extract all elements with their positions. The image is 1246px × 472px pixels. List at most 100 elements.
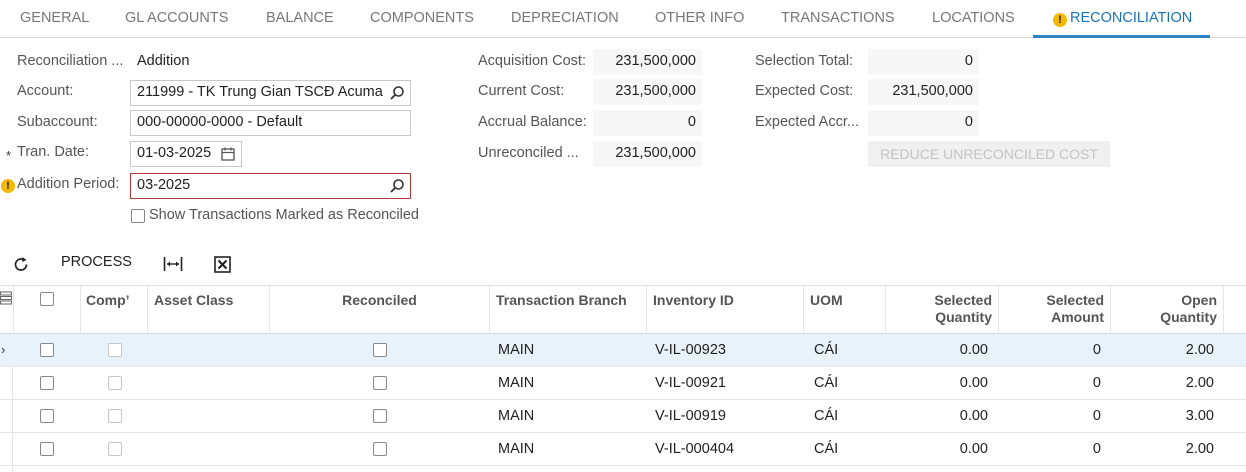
- header-open-quantity-line2: Quantity: [1160, 309, 1217, 325]
- row-uom: CÁI: [814, 375, 839, 391]
- row-inventory-id: V-IL-00923: [655, 342, 726, 358]
- subaccount-field[interactable]: 000-00000-0000 - Default: [130, 110, 411, 136]
- row-selected-quantity[interactable]: 0.00: [886, 367, 999, 399]
- acquisition-cost-label: Acquisition Cost:: [478, 53, 586, 69]
- tab-reconciliation[interactable]: ! RECONCILIATION: [1033, 0, 1210, 38]
- header-reconciled[interactable]: Reconciled: [270, 286, 490, 334]
- header-transaction-branch[interactable]: Transaction Branch: [490, 286, 647, 334]
- row-comp-checkbox: [108, 442, 122, 456]
- refresh-icon[interactable]: [12, 255, 32, 275]
- table-row[interactable]: MAIN V-IL-00919 CÁI 0.00 0 3.00: [0, 400, 1246, 433]
- header-selected-quantity-line1: Selected: [934, 292, 992, 308]
- row-selected-amount[interactable]: 0: [999, 400, 1111, 432]
- acquisition-cost-value: 231,500,000: [593, 49, 702, 75]
- row-selected-quantity[interactable]: 0.00: [886, 433, 999, 465]
- warning-icon: !: [1053, 13, 1067, 27]
- row-select-checkbox[interactable]: [40, 409, 54, 423]
- current-cost-value: 231,500,000: [593, 79, 702, 105]
- row-branch: MAIN: [498, 342, 535, 358]
- row-selected-amount[interactable]: 0: [999, 433, 1111, 465]
- row-branch: MAIN: [498, 441, 535, 457]
- tran-date-field[interactable]: 01-03-2025: [130, 141, 242, 167]
- tab-other-info[interactable]: OTHER INFO: [655, 0, 744, 38]
- account-field[interactable]: 211999 - TK Trung Gian TSCĐ Acuma: [130, 80, 411, 106]
- row-selected-amount[interactable]: 0: [999, 367, 1111, 399]
- row-inventory-id: V-IL-00921: [655, 375, 726, 391]
- header-asset-class[interactable]: Asset Class: [148, 286, 270, 334]
- table-row[interactable]: MAIN V-IL-00921 CÁI 0.00 0 2.00: [0, 367, 1246, 400]
- select-all-checkbox[interactable]: [40, 292, 54, 306]
- calendar-icon[interactable]: [220, 146, 236, 162]
- current-cost-label: Current Cost:: [478, 83, 565, 99]
- header-open-quantity[interactable]: Open Quantity: [1111, 286, 1224, 334]
- row-branch: MAIN: [498, 408, 535, 424]
- tab-components[interactable]: COMPONENTS: [370, 0, 474, 38]
- addition-period-label: Addition Period:: [17, 176, 120, 192]
- selection-total-label: Selection Total:: [755, 53, 854, 69]
- unreconciled-label: Unreconciled ...: [478, 145, 579, 161]
- header-selected-amount-line2: Amount: [1051, 309, 1104, 325]
- header-selected-quantity-line2: Quantity: [935, 309, 992, 325]
- header-inventory-id[interactable]: Inventory ID: [647, 286, 804, 334]
- reconciliation-grid: Comp’ Asset Class Reconciled Transaction…: [0, 285, 1246, 472]
- show-reconciled-label: Show Transactions Marked as Reconciled: [149, 207, 419, 223]
- accrual-balance-label: Accrual Balance:: [478, 114, 587, 130]
- tran-date-label: Tran. Date:: [17, 144, 89, 160]
- header-open-quantity-line1: Open: [1181, 292, 1217, 308]
- row-inventory-id: V-IL-000404: [655, 441, 735, 457]
- header-select-all: [14, 286, 81, 334]
- table-row[interactable]: › MAIN V-IL-00923 CÁI 0.00 0 2.00: [0, 334, 1246, 367]
- row-selected-quantity[interactable]: 0.00: [886, 400, 999, 432]
- row-inventory-id: V-IL-00919: [655, 408, 726, 424]
- expected-cost-label: Expected Cost:: [755, 83, 854, 99]
- show-reconciled-checkbox[interactable]: [131, 209, 145, 223]
- table-row[interactable]: MAIN V-IL-000404 CÁI 0.00 0 2.00: [0, 433, 1246, 466]
- row-reconciled-checkbox[interactable]: [373, 409, 387, 423]
- header-comp[interactable]: Comp’: [81, 286, 148, 334]
- row-uom: CÁI: [814, 342, 839, 358]
- export-excel-icon[interactable]: [214, 256, 232, 276]
- row-selected-quantity[interactable]: 0.00: [886, 334, 999, 366]
- row-select-checkbox[interactable]: [40, 343, 54, 357]
- reconciliation-type-value: Addition: [137, 53, 190, 69]
- row-open-quantity: 2.00: [1185, 342, 1214, 358]
- addition-period-value: 03-2025: [137, 177, 191, 193]
- search-icon[interactable]: [389, 178, 405, 194]
- process-button[interactable]: PROCESS: [61, 254, 132, 274]
- header-uom[interactable]: UOM: [804, 286, 886, 334]
- tab-depreciation[interactable]: DEPRECIATION: [511, 0, 619, 38]
- account-label: Account:: [17, 83, 74, 99]
- tab-locations[interactable]: LOCATIONS: [932, 0, 1015, 38]
- row-select-checkbox[interactable]: [40, 442, 54, 456]
- tab-gl-accounts[interactable]: GL ACCOUNTS: [125, 0, 228, 38]
- current-row-chevron-icon: ›: [1, 342, 6, 357]
- row-reconciled-checkbox[interactable]: [373, 442, 387, 456]
- row-select-checkbox[interactable]: [40, 376, 54, 390]
- row-open-quantity: 2.00: [1185, 441, 1214, 457]
- search-icon[interactable]: [389, 85, 405, 101]
- row-selected-amount[interactable]: 0: [999, 334, 1111, 366]
- subaccount-label: Subaccount:: [17, 114, 98, 130]
- header-selected-amount[interactable]: Selected Amount: [999, 286, 1111, 334]
- column-settings-icon[interactable]: [0, 286, 14, 334]
- addition-period-field[interactable]: 03-2025: [130, 173, 411, 199]
- warning-icon: !: [1, 179, 15, 193]
- tab-reconciliation-label: RECONCILIATION: [1070, 10, 1193, 26]
- tab-transactions[interactable]: TRANSACTIONS: [781, 0, 895, 38]
- header-selected-quantity[interactable]: Selected Quantity: [886, 286, 999, 334]
- tab-balance[interactable]: BALANCE: [266, 0, 334, 38]
- reduce-unreconciled-cost-button[interactable]: REDUCE UNRECONCILED COST: [868, 141, 1110, 167]
- tab-bar: GENERAL GL ACCOUNTS BALANCE COMPONENTS D…: [0, 0, 1246, 38]
- row-open-quantity: 2.00: [1185, 375, 1214, 391]
- fit-columns-icon[interactable]: [163, 256, 183, 276]
- row-comp-checkbox: [108, 343, 122, 357]
- reconciliation-type-label: Reconciliation ...: [17, 53, 124, 69]
- row-reconciled-checkbox[interactable]: [373, 343, 387, 357]
- expected-accrual-value: 0: [868, 110, 979, 136]
- tab-general[interactable]: GENERAL: [20, 0, 89, 38]
- required-asterisk: *: [6, 148, 12, 163]
- grid-header: Comp’ Asset Class Reconciled Transaction…: [0, 285, 1246, 334]
- row-reconciled-checkbox[interactable]: [373, 376, 387, 390]
- row-branch: MAIN: [498, 375, 535, 391]
- selection-total-value: 0: [868, 49, 979, 75]
